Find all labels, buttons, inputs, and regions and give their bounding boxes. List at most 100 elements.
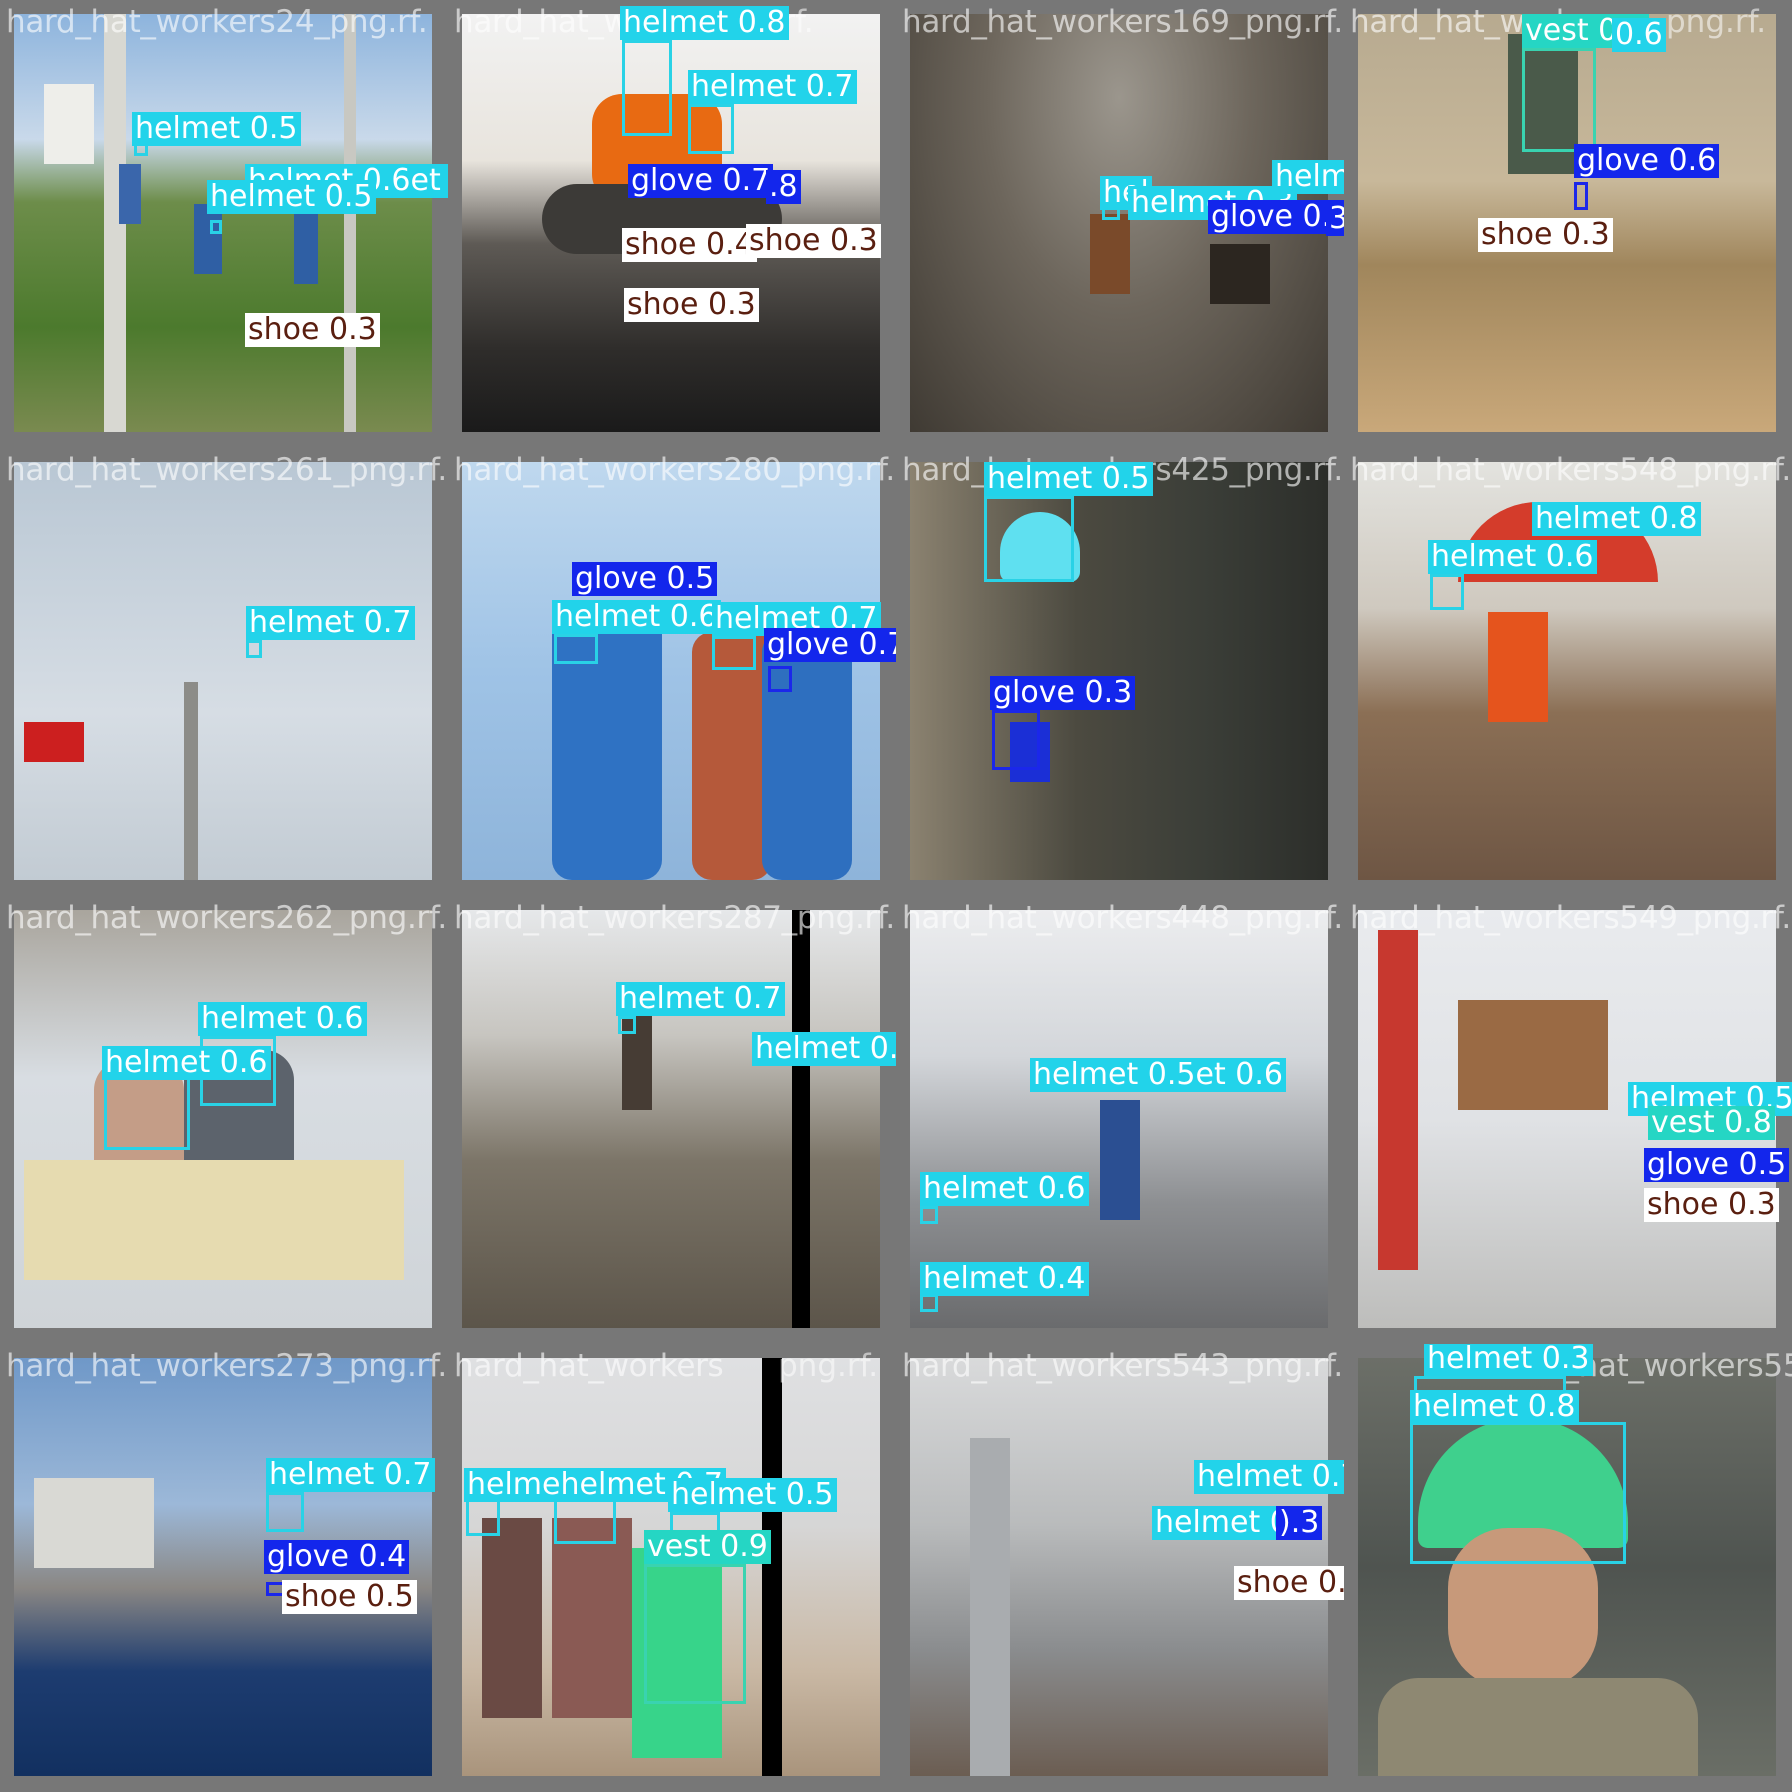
glove-box <box>768 666 792 692</box>
mosaic-tile-7: hard_hat_workers425_png.rf. helmet 0.5 g… <box>896 448 1344 896</box>
detection-label: helmet 0.6 <box>1272 160 1344 194</box>
detection-label: helmet 0.7 <box>1194 1460 1344 1494</box>
detection-label: glove 0.4 <box>264 1540 410 1574</box>
detection-label: helmet 0.6 <box>102 1046 271 1080</box>
detection-label: glove 0.3 <box>1208 200 1344 234</box>
mosaic-tile-13: hard_hat_workers273_png.rf. helmet 0.7 g… <box>0 1344 448 1792</box>
mosaic-tile-8: hard_hat_workers548_png.rf. helmet 0.8 h… <box>1344 448 1792 896</box>
detection-label: glove 0.7 <box>628 164 774 198</box>
detection-label: helmet 0.8 <box>620 6 789 40</box>
tile-filename: hard_hat_workers <box>454 1348 724 1384</box>
detection-label: helmet 0.5 <box>207 180 376 214</box>
helmet-box <box>210 220 222 234</box>
detection-label: vest 0.8 <box>1648 1106 1775 1140</box>
detection-label: glove 0.7 <box>764 628 896 662</box>
detection-label: shoe 0.3 <box>1644 1188 1779 1222</box>
glove-box <box>992 710 1040 770</box>
mosaic-tile-6: hard_hat_workers280_png.rf. glove 0.5 he… <box>448 448 896 896</box>
vest-box <box>644 1564 746 1704</box>
mosaic-tile-15: hard_hat_workers543_png.rf. helmet 0.7 h… <box>896 1344 1344 1792</box>
tile-filename: hard_hat_workers287_png.rf. <box>454 900 895 936</box>
detection-label: glove 0.5 <box>1644 1148 1790 1182</box>
tile-filename: hard_hat_workers280_png.rf. <box>454 452 895 488</box>
detection-label: helmet 0.6 <box>1428 540 1597 574</box>
detection-label: helmet 0.3 <box>1424 1344 1593 1376</box>
helmet-box <box>920 1206 938 1224</box>
photo-construction-grid <box>462 910 880 1328</box>
detection-label: glove 0.5 <box>572 562 718 596</box>
mosaic-tile-5: hard_hat_workers261_png.rf. helmet 0.7 <box>0 448 448 896</box>
detection-label: shoe 0.3 <box>245 313 380 347</box>
detection-label: helmet 0.6 <box>552 600 721 634</box>
mosaic-tile-10: hard_hat_workers287_png.rf. helmet 0.7 h… <box>448 896 896 1344</box>
helmet-box <box>246 640 262 658</box>
helmet-box <box>712 636 756 670</box>
detection-label: shoe 0.3 <box>624 288 759 322</box>
helmet-box <box>1410 1422 1626 1564</box>
detection-label: 3 <box>1326 202 1344 236</box>
detection-label: shoe 0.3 <box>1478 218 1613 252</box>
detection-label: helmet 0.5et 0.6 <box>1030 1058 1286 1092</box>
photo-substation-workers <box>462 462 880 880</box>
tile-filename: hard_hat_workers169_png.rf. <box>902 4 1343 40</box>
detection-label: helmet 0.4 <box>920 1262 1089 1296</box>
detection-label: ).3 <box>1276 1506 1323 1540</box>
detection-label: helmet 0.7 <box>616 982 785 1016</box>
mosaic-tile-12: hard_hat_workers549_png.rf. helmet 0.5 v… <box>1344 896 1792 1344</box>
detection-label: helmet 0.6 <box>920 1172 1089 1206</box>
tile-filename: hard_hat_workers549_png.rf. <box>1350 900 1791 936</box>
tile-filename-tail: png.rf. <box>1666 4 1767 40</box>
vest-box <box>1522 48 1596 152</box>
helmet-box <box>266 1492 304 1532</box>
helmet-box <box>618 1016 636 1034</box>
tile-filename-tail: png.rf. <box>778 1348 879 1384</box>
mosaic-tile-9: hard_hat_workers262_png.rf. helmet 0.6 h… <box>0 896 448 1344</box>
photo-power-line-sky <box>14 462 432 880</box>
detection-label: helmet 0.5 <box>132 112 301 146</box>
tile-filename: hard_hat_workers543_png.rf. <box>902 1348 1343 1384</box>
detection-label: helmet 0.7 <box>688 70 857 104</box>
helmet-box <box>1430 574 1464 610</box>
mosaic-tile-2: hard_hat_workers _png.rf. helmet 0.8 hel… <box>448 0 896 448</box>
tile-filename: hard_hat_workers548_png.rf. <box>1350 452 1791 488</box>
helmet-box <box>688 104 734 154</box>
mosaic-tile-11: hard_hat_workers448_png.rf. helmet 0.5et… <box>896 896 1344 1344</box>
photo-utility-pole-cornfield <box>14 14 432 432</box>
detection-label: helmet 0.8 <box>1532 502 1701 536</box>
detection-label: glove 0.3 <box>990 676 1136 710</box>
mosaic-tile-14: hard_hat_workers png.rf. helmehelmet 0.7… <box>448 1344 896 1792</box>
helmet-box <box>554 1498 616 1544</box>
helmet-box <box>554 634 598 664</box>
detection-label: shoe 0.5 <box>282 1580 417 1614</box>
mosaic-tile-16: hard_hat_workers554_png.rf helmet 0.3 he… <box>1344 1344 1792 1792</box>
photo-engineers-with-plan <box>14 910 432 1328</box>
tile-filename: hard_hat_workers262_png.rf. <box>6 900 447 936</box>
detection-label: helmet 0.3et 0.3 <box>752 1032 896 1066</box>
helmet-box <box>984 496 1074 582</box>
detection-label: helmet 0.7 <box>266 1458 435 1492</box>
detection-label: shoe 0.35 <box>1234 1566 1344 1600</box>
detection-label: helmet 0.5 <box>984 462 1153 496</box>
tile-filename: hard_hat_workers448_png.rf. <box>902 900 1343 936</box>
mosaic-tile-3: hard_hat_workers169_png.rf. hel helmet 0… <box>896 0 1344 448</box>
detection-label: helmet 0.6 <box>198 1002 367 1036</box>
detection-label: .8 <box>766 170 801 204</box>
detection-label: vest 0.9 <box>644 1530 771 1564</box>
tile-filename: hard_hat_workers273_png.rf. <box>6 1348 447 1384</box>
helmet-box <box>920 1294 938 1312</box>
detection-label: helmet 0.5 <box>668 1478 837 1512</box>
detection-label: helmet 0.8 <box>1410 1390 1579 1424</box>
mosaic-tile-4: hard_hat_workers png.rf. vest 0.4 0.6 gl… <box>1344 0 1792 448</box>
tile-filename: hard_hat_workers261_png.rf. <box>6 452 447 488</box>
detection-label: helmet 0.7 <box>246 606 415 640</box>
helmet-box <box>104 1076 190 1150</box>
detection-label: 0.6 <box>1612 18 1666 52</box>
detection-label: glove 0.6 <box>1574 144 1720 178</box>
helmet-box <box>622 40 672 136</box>
mosaic-tile-1: hard_hat_workers24_png.rf. helmet 0.5 he… <box>0 0 448 448</box>
glove-box <box>1574 182 1588 210</box>
photo-mechanic-worker <box>910 462 1328 880</box>
detection-label: shoe 0.4 <box>622 228 757 262</box>
tile-filename: hard_hat_workers24_png.rf. <box>6 4 428 40</box>
detection-label: shoe 0.3 <box>746 224 881 258</box>
